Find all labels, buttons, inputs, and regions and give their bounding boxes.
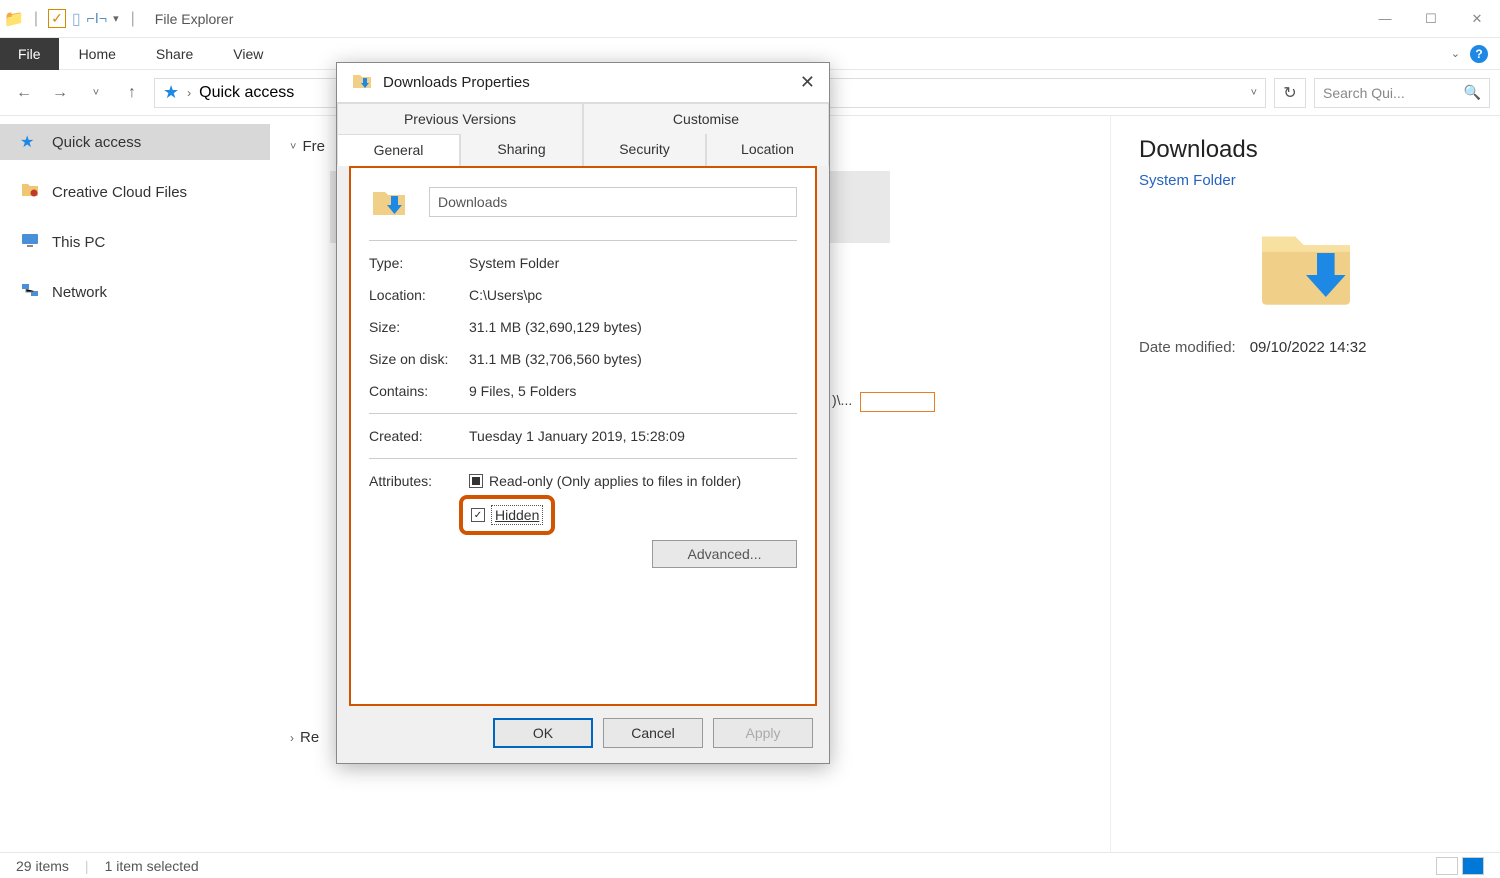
downloads-folder-icon <box>351 71 373 95</box>
history-dropdown[interactable]: ˅ <box>82 79 110 107</box>
chevron-down-icon: ˅ <box>290 141 296 153</box>
size-on-disk-label: Size on disk: <box>369 351 469 367</box>
dialog-tabs: Previous Versions Customise General Shar… <box>337 103 829 166</box>
close-button[interactable]: ✕ <box>1454 3 1500 35</box>
details-title: Downloads <box>1139 136 1472 164</box>
view-details-button[interactable] <box>1436 857 1458 875</box>
tab-sharing[interactable]: Sharing <box>460 134 583 166</box>
sidebar-item-quick-access[interactable]: ★ Quick access <box>0 124 270 160</box>
tab-general[interactable]: General <box>337 134 460 166</box>
tab-previous-versions[interactable]: Previous Versions <box>337 103 583 134</box>
sidebar: ★ Quick access Creative Cloud Files This… <box>0 116 270 852</box>
qa-check-icon[interactable]: ✓ <box>48 9 66 28</box>
help-icon[interactable]: ? <box>1470 45 1488 63</box>
chevron-right-icon: › <box>290 731 294 745</box>
path-fragment: )\... <box>832 392 852 408</box>
tab-location[interactable]: Location <box>706 134 829 166</box>
attributes-label: Attributes: <box>369 473 469 535</box>
type-label: Type: <box>369 255 469 271</box>
readonly-checkbox[interactable] <box>469 474 483 488</box>
folder-icon <box>20 182 42 203</box>
breadcrumb-item[interactable]: Quick access <box>199 84 294 102</box>
dialog-title: Downloads Properties <box>383 74 530 91</box>
size-on-disk-value: 31.1 MB (32,706,560 bytes) <box>469 351 642 367</box>
title-bar: 📁 | ✓ ▯ ⌐Ⅰ¬ ▾ | File Explorer — ☐ ✕ <box>0 0 1500 38</box>
breadcrumb-dropdown-icon[interactable]: ˅ <box>1251 87 1257 99</box>
search-placeholder: Search Qui... <box>1323 85 1405 101</box>
sidebar-item-network[interactable]: Network <box>0 274 270 310</box>
hidden-highlight-box: Hidden <box>459 495 555 535</box>
status-bar: 29 items | 1 item selected <box>0 852 1500 878</box>
computer-icon <box>20 232 42 253</box>
hidden-label[interactable]: Hidden <box>491 505 543 525</box>
size-label: Size: <box>369 319 469 335</box>
ribbon-tab-view[interactable]: View <box>213 38 283 70</box>
qa-rename-icon[interactable]: ⌐Ⅰ¬ <box>87 10 107 27</box>
location-value: C:\Users\pc <box>469 287 542 303</box>
folder-name-input[interactable] <box>429 187 797 217</box>
apply-button[interactable]: Apply <box>713 718 813 748</box>
ribbon-tab-file[interactable]: File <box>0 38 59 70</box>
dialog-body: Type:System Folder Location:C:\Users\pc … <box>349 166 817 706</box>
details-pane: Downloads System Folder Date modified: 0… <box>1110 116 1500 852</box>
created-label: Created: <box>369 428 469 444</box>
contains-value: 9 Files, 5 Folders <box>469 383 576 399</box>
qa-dropdown-icon[interactable]: ▾ <box>113 12 119 25</box>
properties-dialog: Downloads Properties ✕ Previous Versions… <box>336 62 830 764</box>
back-button[interactable]: ← <box>10 79 38 107</box>
contains-label: Contains: <box>369 383 469 399</box>
qa-paste-icon[interactable]: ▯ <box>72 9 81 29</box>
ribbon-tab-share[interactable]: Share <box>136 38 213 70</box>
status-selected-count: 1 item selected <box>105 858 199 874</box>
size-value: 31.1 MB (32,690,129 bytes) <box>469 319 642 335</box>
status-item-count: 29 items <box>16 858 69 874</box>
window-title: File Explorer <box>155 11 234 27</box>
search-icon: 🔍 <box>1464 84 1481 101</box>
maximize-button[interactable]: ☐ <box>1408 3 1454 35</box>
breadcrumb-arrow[interactable]: › <box>187 86 191 100</box>
advanced-button[interactable]: Advanced... <box>652 540 797 568</box>
refresh-button[interactable]: ↻ <box>1274 78 1306 108</box>
downloads-folder-icon <box>1251 209 1361 319</box>
sidebar-item-creative-cloud[interactable]: Creative Cloud Files <box>0 174 270 210</box>
ribbon-collapse-icon[interactable]: ⌄ <box>1451 47 1460 60</box>
minimize-button[interactable]: — <box>1362 3 1408 35</box>
view-tiles-button[interactable] <box>1462 857 1484 875</box>
date-modified-label: Date modified: <box>1139 339 1236 356</box>
up-button[interactable]: ↑ <box>118 79 146 107</box>
star-icon: ★ <box>163 82 179 103</box>
hidden-checkbox[interactable] <box>471 508 485 522</box>
sidebar-item-this-pc[interactable]: This PC <box>0 224 270 260</box>
ribbon-tab-home[interactable]: Home <box>59 38 136 70</box>
date-modified-value: 09/10/2022 14:32 <box>1250 339 1367 356</box>
location-label: Location: <box>369 287 469 303</box>
search-input[interactable]: Search Qui... 🔍 <box>1314 78 1490 108</box>
tab-customise[interactable]: Customise <box>583 103 829 134</box>
downloads-folder-icon <box>369 182 409 222</box>
network-icon <box>20 282 42 303</box>
dialog-title-bar[interactable]: Downloads Properties ✕ <box>337 63 829 103</box>
explorer-icon: 📁 <box>4 9 24 29</box>
type-value: System Folder <box>469 255 559 271</box>
cancel-button[interactable]: Cancel <box>603 718 703 748</box>
tab-security[interactable]: Security <box>583 134 706 166</box>
dialog-close-button[interactable]: ✕ <box>800 72 815 93</box>
created-value: Tuesday 1 January 2019, 15:28:09 <box>469 428 685 444</box>
readonly-label: Read-only (Only applies to files in fold… <box>489 473 741 489</box>
highlight-box <box>860 392 935 412</box>
star-icon: ★ <box>20 132 42 152</box>
ok-button[interactable]: OK <box>493 718 593 748</box>
details-type: System Folder <box>1139 172 1472 189</box>
forward-button[interactable]: → <box>46 79 74 107</box>
